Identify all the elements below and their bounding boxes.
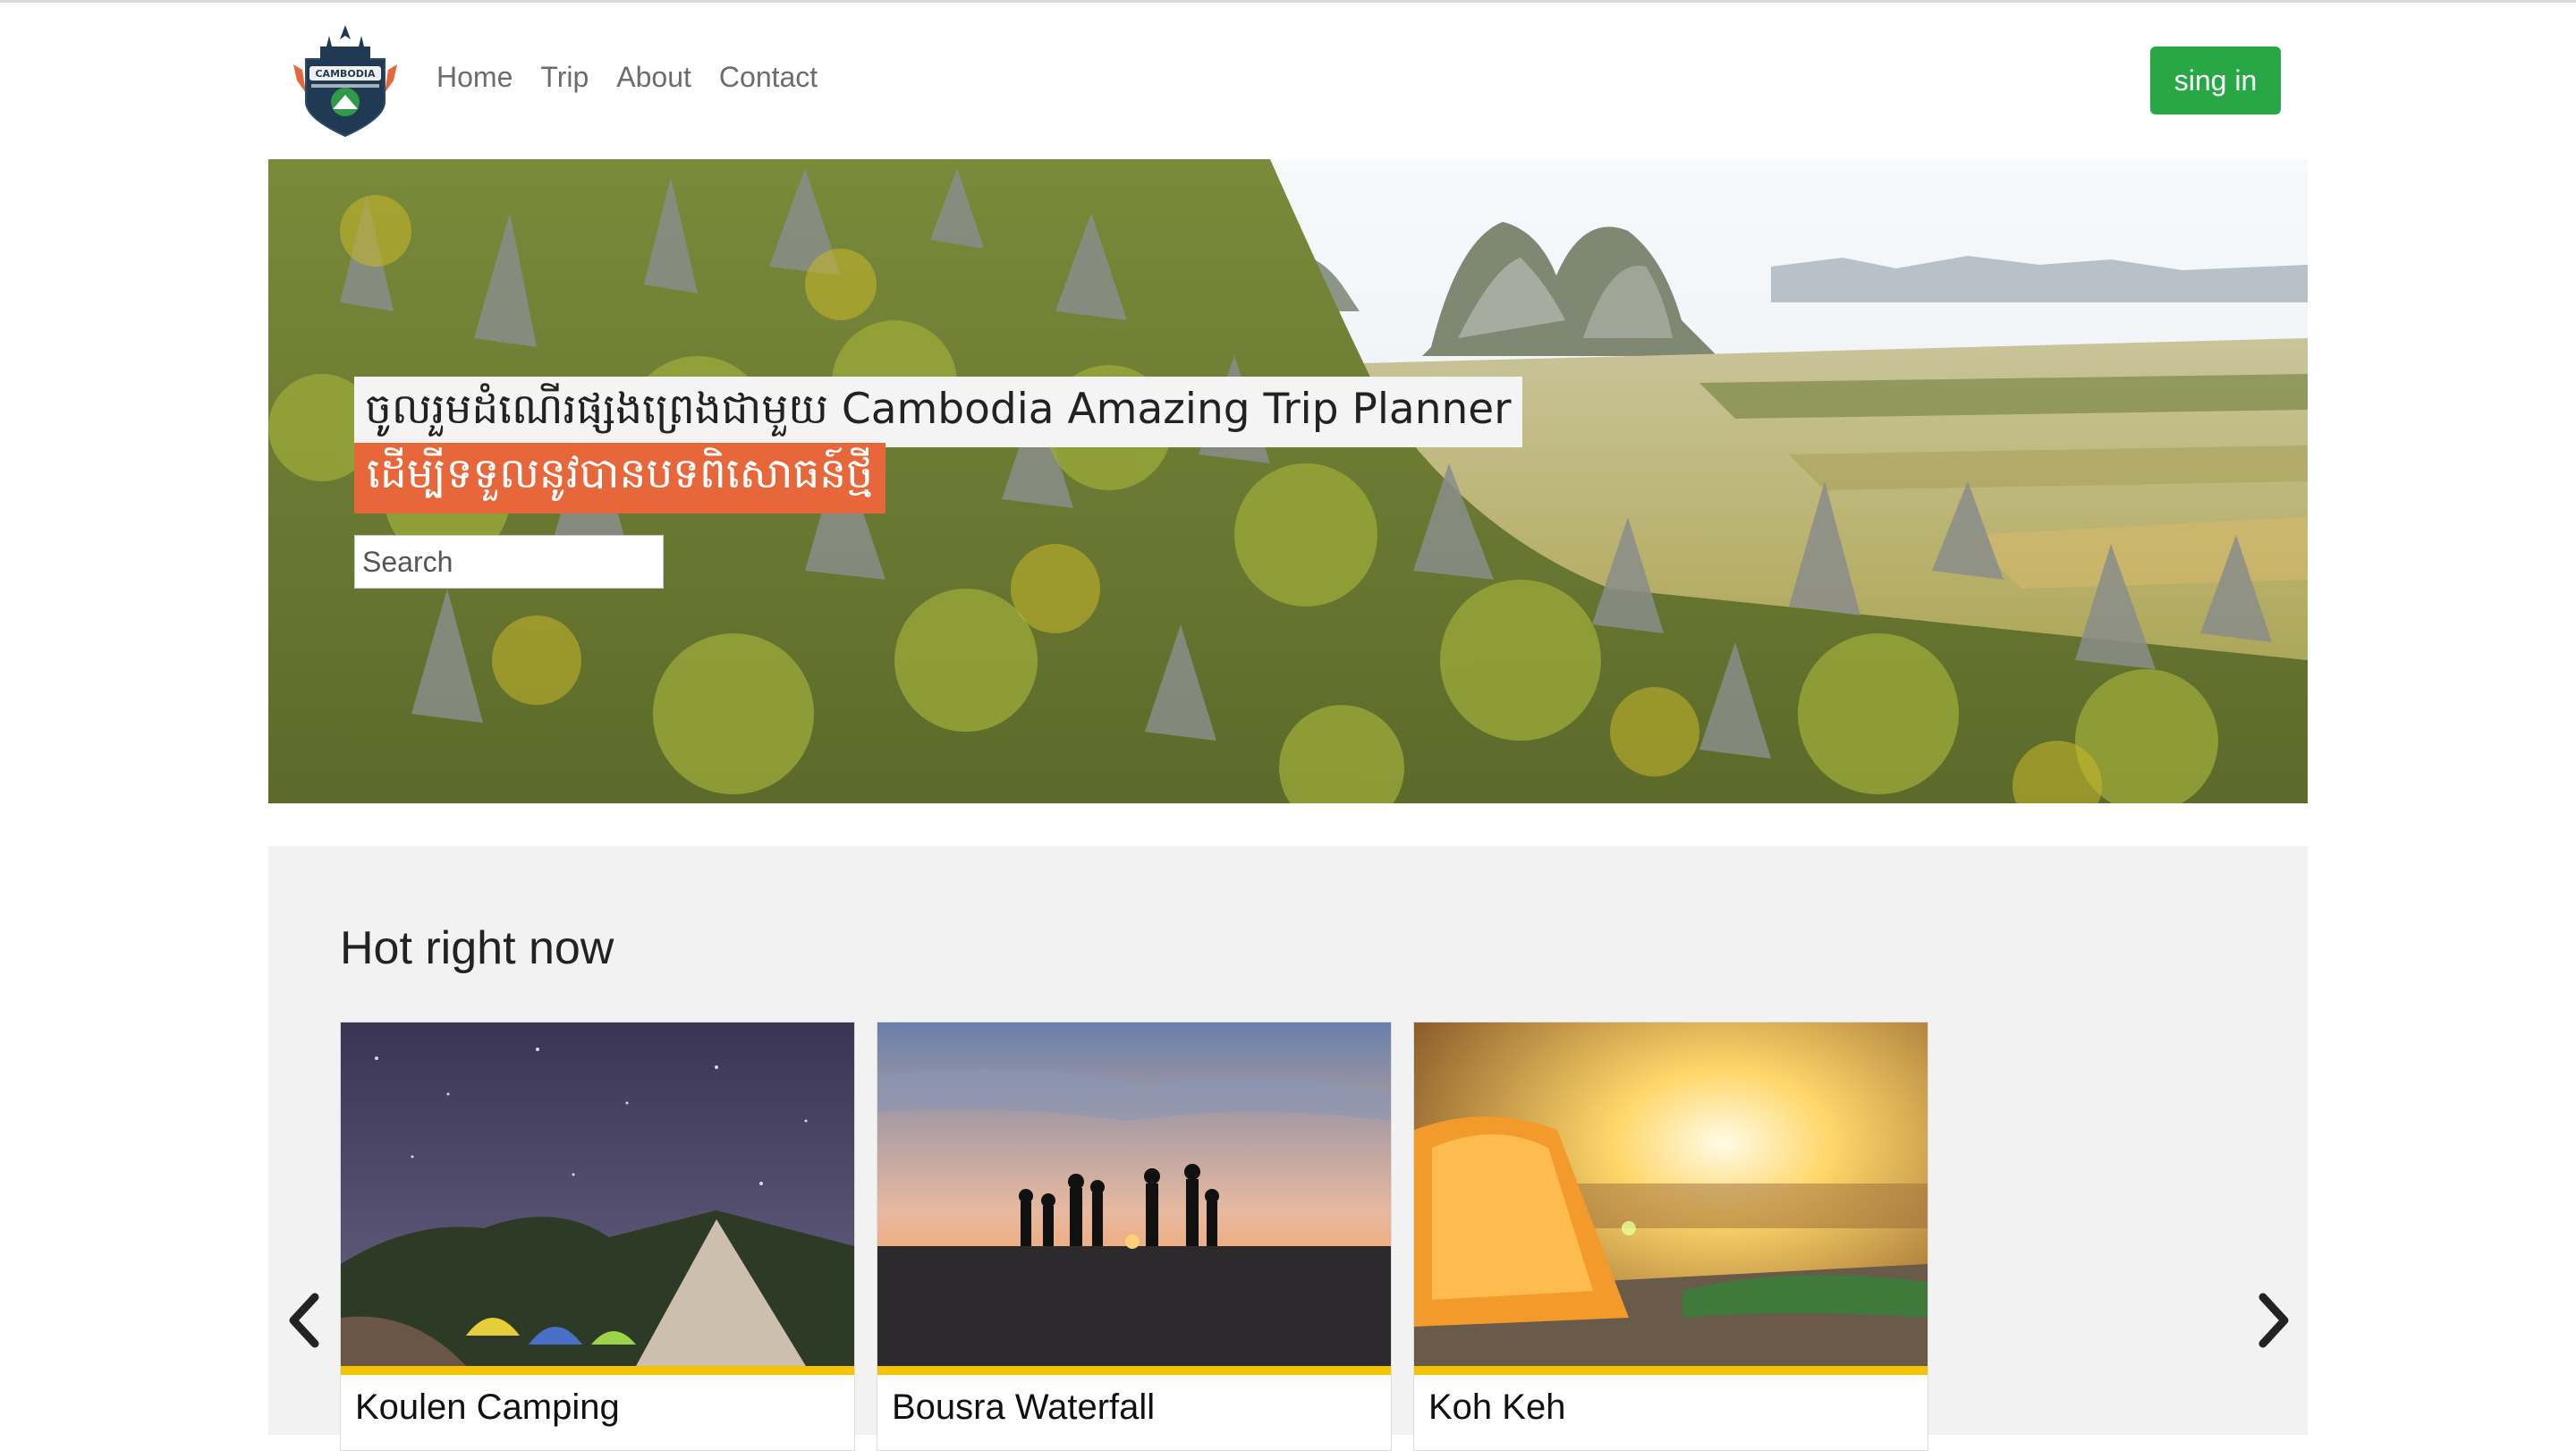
nav-link-contact[interactable]: Contact: [719, 61, 818, 94]
nav-link-home[interactable]: Home: [436, 61, 513, 94]
top-border: [0, 0, 2576, 3]
card-accent-bar: [341, 1366, 854, 1375]
nav-link-trip[interactable]: Trip: [540, 61, 589, 94]
card-accent-bar: [1414, 1366, 1928, 1375]
card-image-beach: [877, 1022, 1391, 1366]
chevron-right-icon: [2258, 1293, 2289, 1348]
navbar: CAMBODIA Home Trip About Contact sing in: [268, 16, 2281, 146]
trip-card[interactable]: Koh Keh: [1413, 1022, 1928, 1451]
nav-links: Home Trip About Contact: [436, 61, 818, 94]
hero-banner: ចូលរួមដំណើរផ្សងព្រេងជាមួយ Cambodia Amazi…: [268, 159, 2308, 803]
logo-text: CAMBODIA: [315, 68, 375, 80]
card-accent-bar: [877, 1366, 1391, 1375]
hero-title: ចូលរួមដំណើរផ្សងព្រេងជាមួយ Cambodia Amazi…: [354, 377, 1522, 447]
carousel-next-button[interactable]: [2250, 1285, 2295, 1356]
trip-card[interactable]: Koulen Camping: [340, 1022, 855, 1451]
sign-in-button[interactable]: sing in: [2150, 47, 2281, 115]
card-image-tent: [1414, 1022, 1928, 1366]
carousel-prev-button[interactable]: [283, 1285, 327, 1356]
section-heading: Hot right now: [340, 922, 614, 974]
card-title: Bousra Waterfall: [892, 1387, 1156, 1427]
nav-link-about[interactable]: About: [616, 61, 691, 94]
logo-badge-icon: CAMBODIA: [293, 25, 397, 138]
search-input[interactable]: [354, 535, 664, 589]
card-image-camping: [341, 1022, 854, 1366]
site-logo[interactable]: CAMBODIA: [293, 23, 397, 138]
hot-section: Hot right now Koulen Camping Bousra Wate…: [268, 846, 2308, 1451]
card-title: Koulen Camping: [355, 1387, 620, 1427]
trip-card[interactable]: Bousra Waterfall: [877, 1022, 1392, 1451]
card-title: Koh Keh: [1428, 1387, 1566, 1427]
hero-subtitle: ដើម្បីទទួលនូវបានបទពិសោធន៍ថ្មី: [354, 443, 886, 513]
chevron-left-icon: [289, 1293, 319, 1348]
